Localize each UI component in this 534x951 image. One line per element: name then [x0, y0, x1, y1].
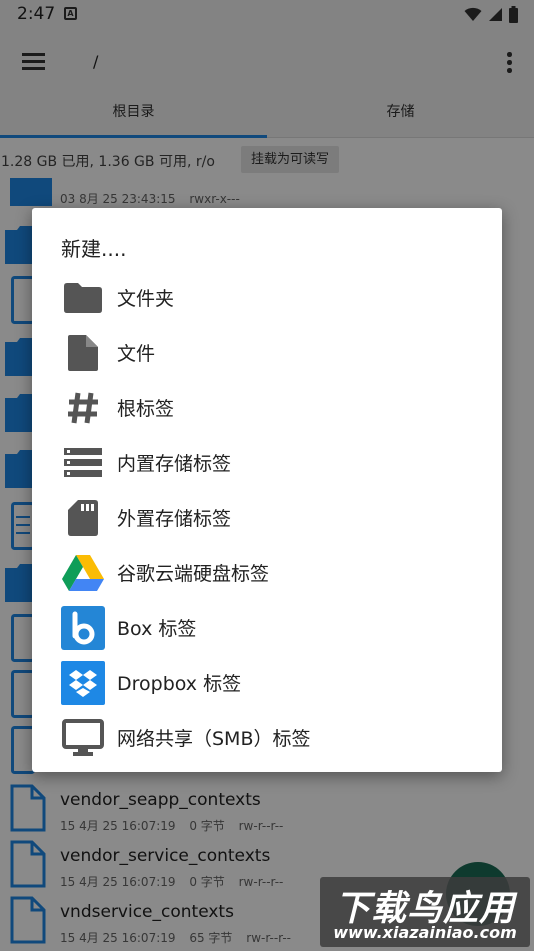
option-root-tag-label: 根标签: [117, 398, 175, 420]
option-folder[interactable]: 文件夹: [32, 270, 502, 324]
hash-icon: [60, 385, 106, 431]
sd-card-icon: [60, 495, 106, 541]
option-dropbox-tag-label: Dropbox 标签: [117, 673, 242, 695]
option-internal-storage-tag-label: 内置存储标签: [117, 453, 232, 475]
folder-icon: [60, 275, 106, 321]
option-root-tag[interactable]: 根标签: [32, 380, 502, 434]
watermark-url: www.xiazainiao.com: [333, 923, 517, 942]
option-file-label: 文件: [117, 343, 156, 365]
dropbox-icon: [60, 660, 106, 706]
option-google-drive-tag-label: 谷歌云端硬盘标签: [117, 563, 270, 585]
google-drive-icon: [60, 550, 106, 596]
option-folder-label: 文件夹: [117, 288, 175, 310]
file-icon: [60, 330, 106, 376]
option-file[interactable]: 文件: [32, 325, 502, 379]
option-box-tag-label: Box 标签: [117, 618, 197, 640]
option-external-storage-tag-label: 外置存储标签: [117, 508, 232, 530]
option-google-drive-tag[interactable]: 谷歌云端硬盘标签: [32, 545, 502, 599]
dialog-title: 新建....: [61, 237, 127, 261]
watermark-logo: 下载鸟应用 www.xiazainiao.com: [320, 877, 530, 947]
option-external-storage-tag[interactable]: 外置存储标签: [32, 490, 502, 544]
monitor-icon: [60, 715, 106, 761]
option-internal-storage-tag[interactable]: 内置存储标签: [32, 435, 502, 489]
option-smb-tag[interactable]: 网络共享（SMB）标签: [32, 710, 502, 764]
box-icon: [60, 605, 106, 651]
option-dropbox-tag[interactable]: Dropbox 标签: [32, 655, 502, 709]
option-box-tag[interactable]: Box 标签: [32, 600, 502, 654]
storage-icon: [60, 440, 106, 486]
option-smb-tag-label: 网络共享（SMB）标签: [117, 728, 311, 750]
new-item-dialog: 新建.... 文件夹 文件 根标签 内置存储标签 外置存储标签 谷歌云端硬盘标签…: [32, 208, 502, 772]
